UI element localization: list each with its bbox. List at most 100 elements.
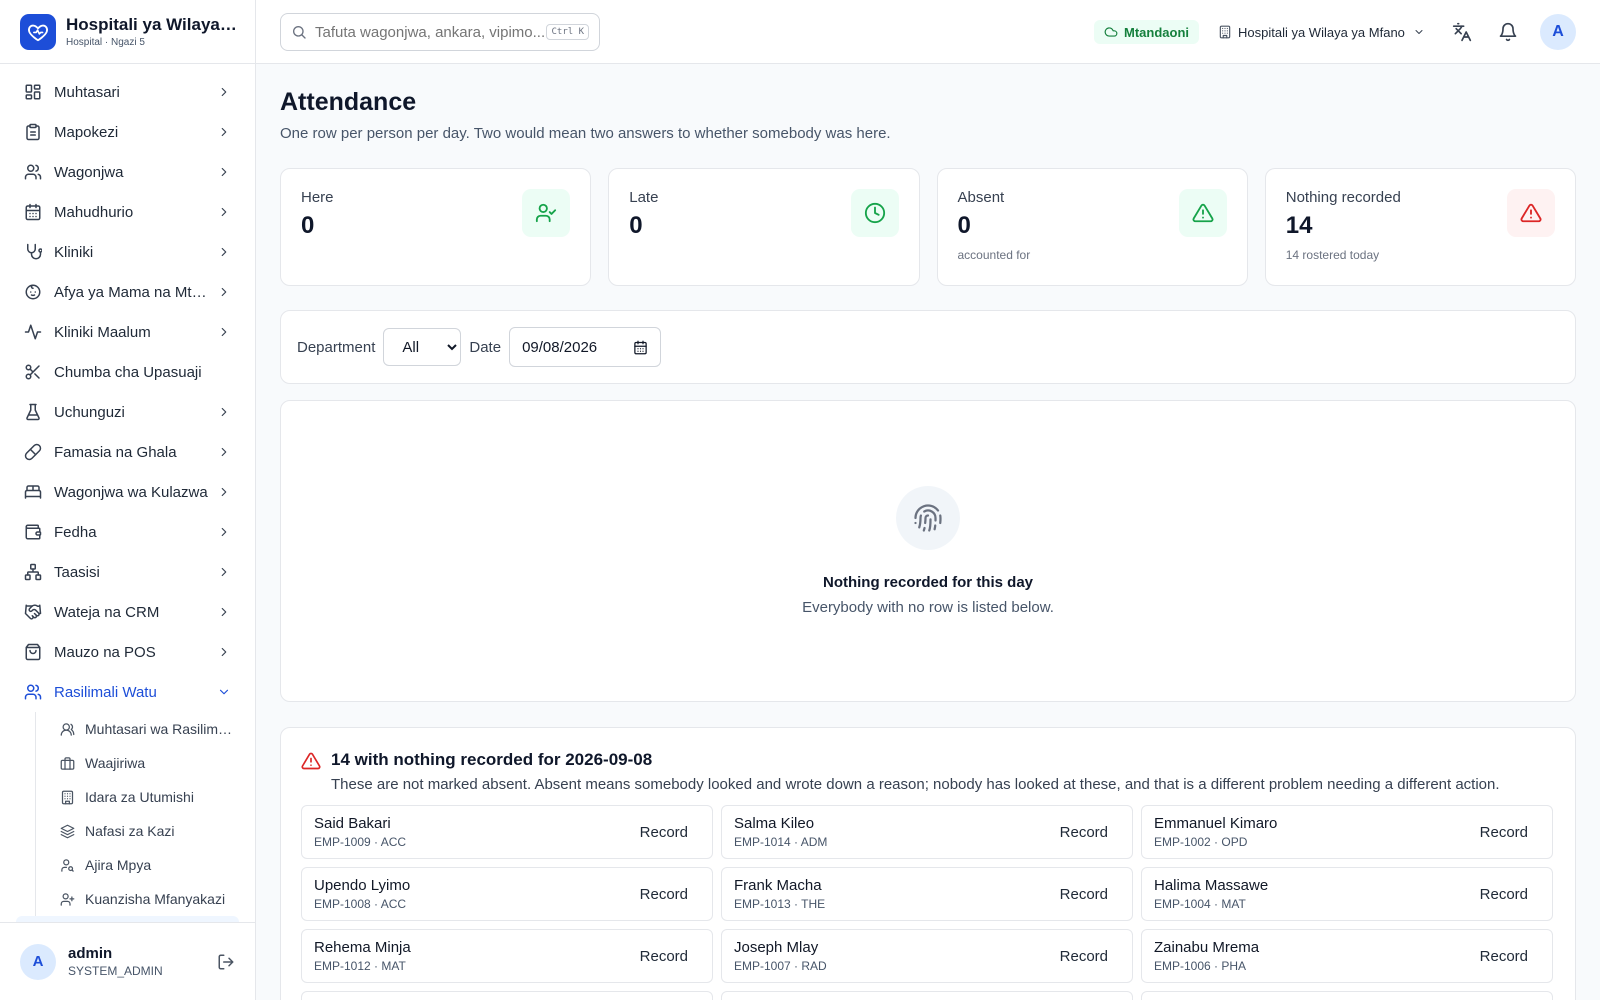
record-button[interactable]: Record bbox=[1468, 818, 1540, 847]
brand[interactable]: Hospitali ya Wilaya ya Mfano Hospital · … bbox=[0, 0, 255, 64]
users-icon bbox=[24, 683, 42, 701]
chevron-right-icon bbox=[217, 645, 231, 659]
record-button[interactable]: Record bbox=[628, 942, 700, 971]
chevron-right-icon bbox=[217, 285, 231, 299]
sidebar-subitem-nafasi-kazi[interactable]: Nafasi za Kazi bbox=[36, 814, 255, 848]
sidebar-subitem-label: Muhtasari wa Rasilimali Watu bbox=[85, 721, 235, 737]
sidebar-item-mahudhurio[interactable]: Mahudhurio bbox=[0, 192, 255, 232]
fingerprint-icon bbox=[896, 486, 960, 550]
sidebar-item-label: Kliniki Maalum bbox=[54, 323, 151, 341]
sidebar-subitem-muhtasari-rasilimali[interactable]: Muhtasari wa Rasilimali Watu bbox=[36, 712, 255, 746]
sidebar-subitem-label: Ajira Mpya bbox=[85, 857, 152, 873]
sidebar-submenu: Muhtasari wa Rasilimali Watu Waajiriwa I… bbox=[35, 712, 255, 916]
clock-icon bbox=[850, 189, 899, 237]
sidebar-nav: Muhtasari Mapokezi Wagonjwa Mahudhurio K… bbox=[0, 64, 255, 922]
record-button[interactable]: Record bbox=[1048, 942, 1120, 971]
stat-note: 14 rostered today bbox=[1285, 248, 1380, 262]
record-button[interactable]: Record bbox=[628, 818, 700, 847]
sidebar-item-label: Mahudhurio bbox=[54, 203, 134, 221]
chevron-right-icon bbox=[217, 245, 231, 259]
person-meta: EMP-1012 · MAT bbox=[314, 959, 406, 973]
sidebar-item-fedha[interactable]: Fedha bbox=[0, 512, 255, 552]
record-button[interactable]: Record bbox=[1468, 880, 1540, 909]
person-name: Upendo Lyimo bbox=[314, 877, 411, 894]
brand-title: Hospitali ya Wilaya ya Mfano bbox=[66, 15, 235, 34]
list-item: Said Bakari EMP-1009 · ACC Record bbox=[301, 805, 713, 859]
facility-selector[interactable]: Hospitali ya Wilaya ya Mfano bbox=[1218, 20, 1425, 44]
person-meta: EMP-1008 · ACC bbox=[314, 897, 407, 911]
alert-triangle-icon bbox=[1507, 189, 1555, 237]
facility-name: Hospitali ya Wilaya ya Mfano bbox=[1238, 24, 1405, 40]
person-name: Zainabu Mrema bbox=[1154, 939, 1260, 956]
sidebar-item-taasisi[interactable]: Taasisi bbox=[0, 552, 255, 592]
activity-icon bbox=[24, 323, 42, 341]
record-button[interactable]: Record bbox=[1048, 880, 1120, 909]
chevron-right-icon bbox=[217, 405, 231, 419]
unrecorded-panel: 14 with nothing recorded for 2026-09-08 … bbox=[280, 727, 1576, 1000]
sidebar-item-famasia-ghala[interactable]: Famasia na Ghala bbox=[0, 432, 255, 472]
sidebar-subitem-idara-utumishi[interactable]: Idara za Utumishi bbox=[36, 780, 255, 814]
department-select[interactable]: All bbox=[383, 328, 462, 366]
sidebar-item-label: Mapokezi bbox=[54, 123, 119, 141]
search-box[interactable]: Ctrl K bbox=[280, 13, 600, 51]
sidebar-item-wagonjwa[interactable]: Wagonjwa bbox=[0, 152, 255, 192]
date-value: 09/08/2026 bbox=[522, 338, 598, 356]
record-button[interactable]: Record bbox=[1048, 818, 1120, 847]
sidebar-item-wagonjwa-kulazwa[interactable]: Wagonjwa wa Kulazwa bbox=[0, 472, 255, 512]
sidebar-item-mapokezi[interactable]: Mapokezi bbox=[0, 112, 255, 152]
sidebar-subitem-label: Idara za Utumishi bbox=[85, 789, 194, 805]
person-meta: EMP-1006 · PHA bbox=[1154, 959, 1247, 973]
layers-icon bbox=[60, 824, 75, 839]
list-item: Emmanuel Kimaro EMP-1002 · OPD Record bbox=[1141, 805, 1553, 859]
pill-icon bbox=[24, 443, 42, 461]
person-name: Rehema Minja bbox=[314, 939, 411, 956]
list-item: Salma Kileo EMP-1014 · ADM Record bbox=[721, 805, 1133, 859]
sidebar-item-label: Famasia na Ghala bbox=[54, 443, 177, 461]
unrecorded-grid: Said Bakari EMP-1009 · ACC Record Salma Ki… bbox=[301, 805, 1555, 1000]
user-panel: A admin SYSTEM_ADMIN bbox=[0, 922, 255, 1000]
list-item: Halima Massawe EMP-1004 · MAT Record bbox=[1141, 867, 1553, 921]
sidebar-item-rasilimali-watu[interactable]: Rasilimali Watu bbox=[0, 672, 255, 712]
sidebar-subitem-label: Waajiriwa bbox=[85, 755, 146, 771]
empty-state-title: Nothing recorded for this day bbox=[822, 574, 1033, 591]
user-role: SYSTEM_ADMIN bbox=[68, 964, 163, 978]
chevron-right-icon bbox=[217, 485, 231, 499]
main-content: Attendance One row per person per day. T… bbox=[280, 64, 1576, 1000]
cloud-icon bbox=[1104, 27, 1118, 37]
sidebar-item-muhtasari[interactable]: Muhtasari bbox=[0, 72, 255, 112]
calendar-icon bbox=[24, 203, 42, 221]
department-label: Department bbox=[297, 338, 376, 356]
sidebar-subitem-waajiriwa[interactable]: Waajiriwa bbox=[36, 746, 255, 780]
sidebar-item-label: Chumba cha Upasuaji bbox=[54, 363, 202, 381]
date-input[interactable]: 09/08/2026 bbox=[509, 327, 662, 367]
person-meta: EMP-1004 · MAT bbox=[1154, 897, 1246, 911]
record-button[interactable]: Record bbox=[1468, 942, 1540, 971]
record-button[interactable]: Record bbox=[628, 880, 700, 909]
page-subtitle: One row per person per day. Two would me… bbox=[280, 125, 891, 142]
user-name: admin bbox=[68, 945, 113, 962]
sidebar-item-kliniki[interactable]: Kliniki bbox=[0, 232, 255, 272]
sidebar-subitem-kuanzisha-mfanyakazi[interactable]: Kuanzisha Mfanyakazi bbox=[36, 882, 255, 916]
stat-card-nothing-recorded: Nothing recorded 14 14 rostered today bbox=[1264, 168, 1576, 286]
avatar[interactable]: A bbox=[20, 943, 56, 980]
logout-icon[interactable] bbox=[217, 953, 235, 971]
stats-row: Here 0 Late 0 Absent 0 accounted for Not… bbox=[280, 168, 1576, 286]
brand-subtitle: Hospital · Ngazi 5 bbox=[66, 37, 145, 48]
search-input[interactable] bbox=[315, 23, 547, 41]
notifications-button[interactable] bbox=[1496, 20, 1520, 44]
sidebar-item-wateja-crm[interactable]: Wateja na CRM bbox=[0, 592, 255, 632]
list-item: Upendo Lyimo EMP-1008 · ACC Record bbox=[301, 867, 713, 921]
sidebar-item-uchunguzi[interactable]: Uchunguzi bbox=[0, 392, 255, 432]
bed-icon bbox=[24, 483, 42, 501]
top-header: Ctrl K Mtandaoni Hospitali ya Wilaya ya … bbox=[256, 0, 1600, 64]
avatar[interactable]: A bbox=[1540, 14, 1576, 50]
language-button[interactable] bbox=[1450, 20, 1474, 44]
sidebar-item-mauzo-pos[interactable]: Mauzo na POS bbox=[0, 632, 255, 672]
sidebar-item-afya-mama-mtoto[interactable]: Afya ya Mama na Mtoto bbox=[0, 272, 255, 312]
sidebar-subitem-ajira-mpya[interactable]: Ajira Mpya bbox=[36, 848, 255, 882]
sidebar-item-kliniki-maalum[interactable]: Kliniki Maalum bbox=[0, 312, 255, 352]
calendar-icon[interactable] bbox=[633, 340, 648, 355]
sidebar-item-chumba-upasuaji[interactable]: Chumba cha Upasuaji bbox=[0, 352, 255, 392]
unrecorded-subtitle: These are not marked absent. Absent mean… bbox=[331, 776, 1500, 793]
chevron-down-icon bbox=[217, 685, 231, 699]
